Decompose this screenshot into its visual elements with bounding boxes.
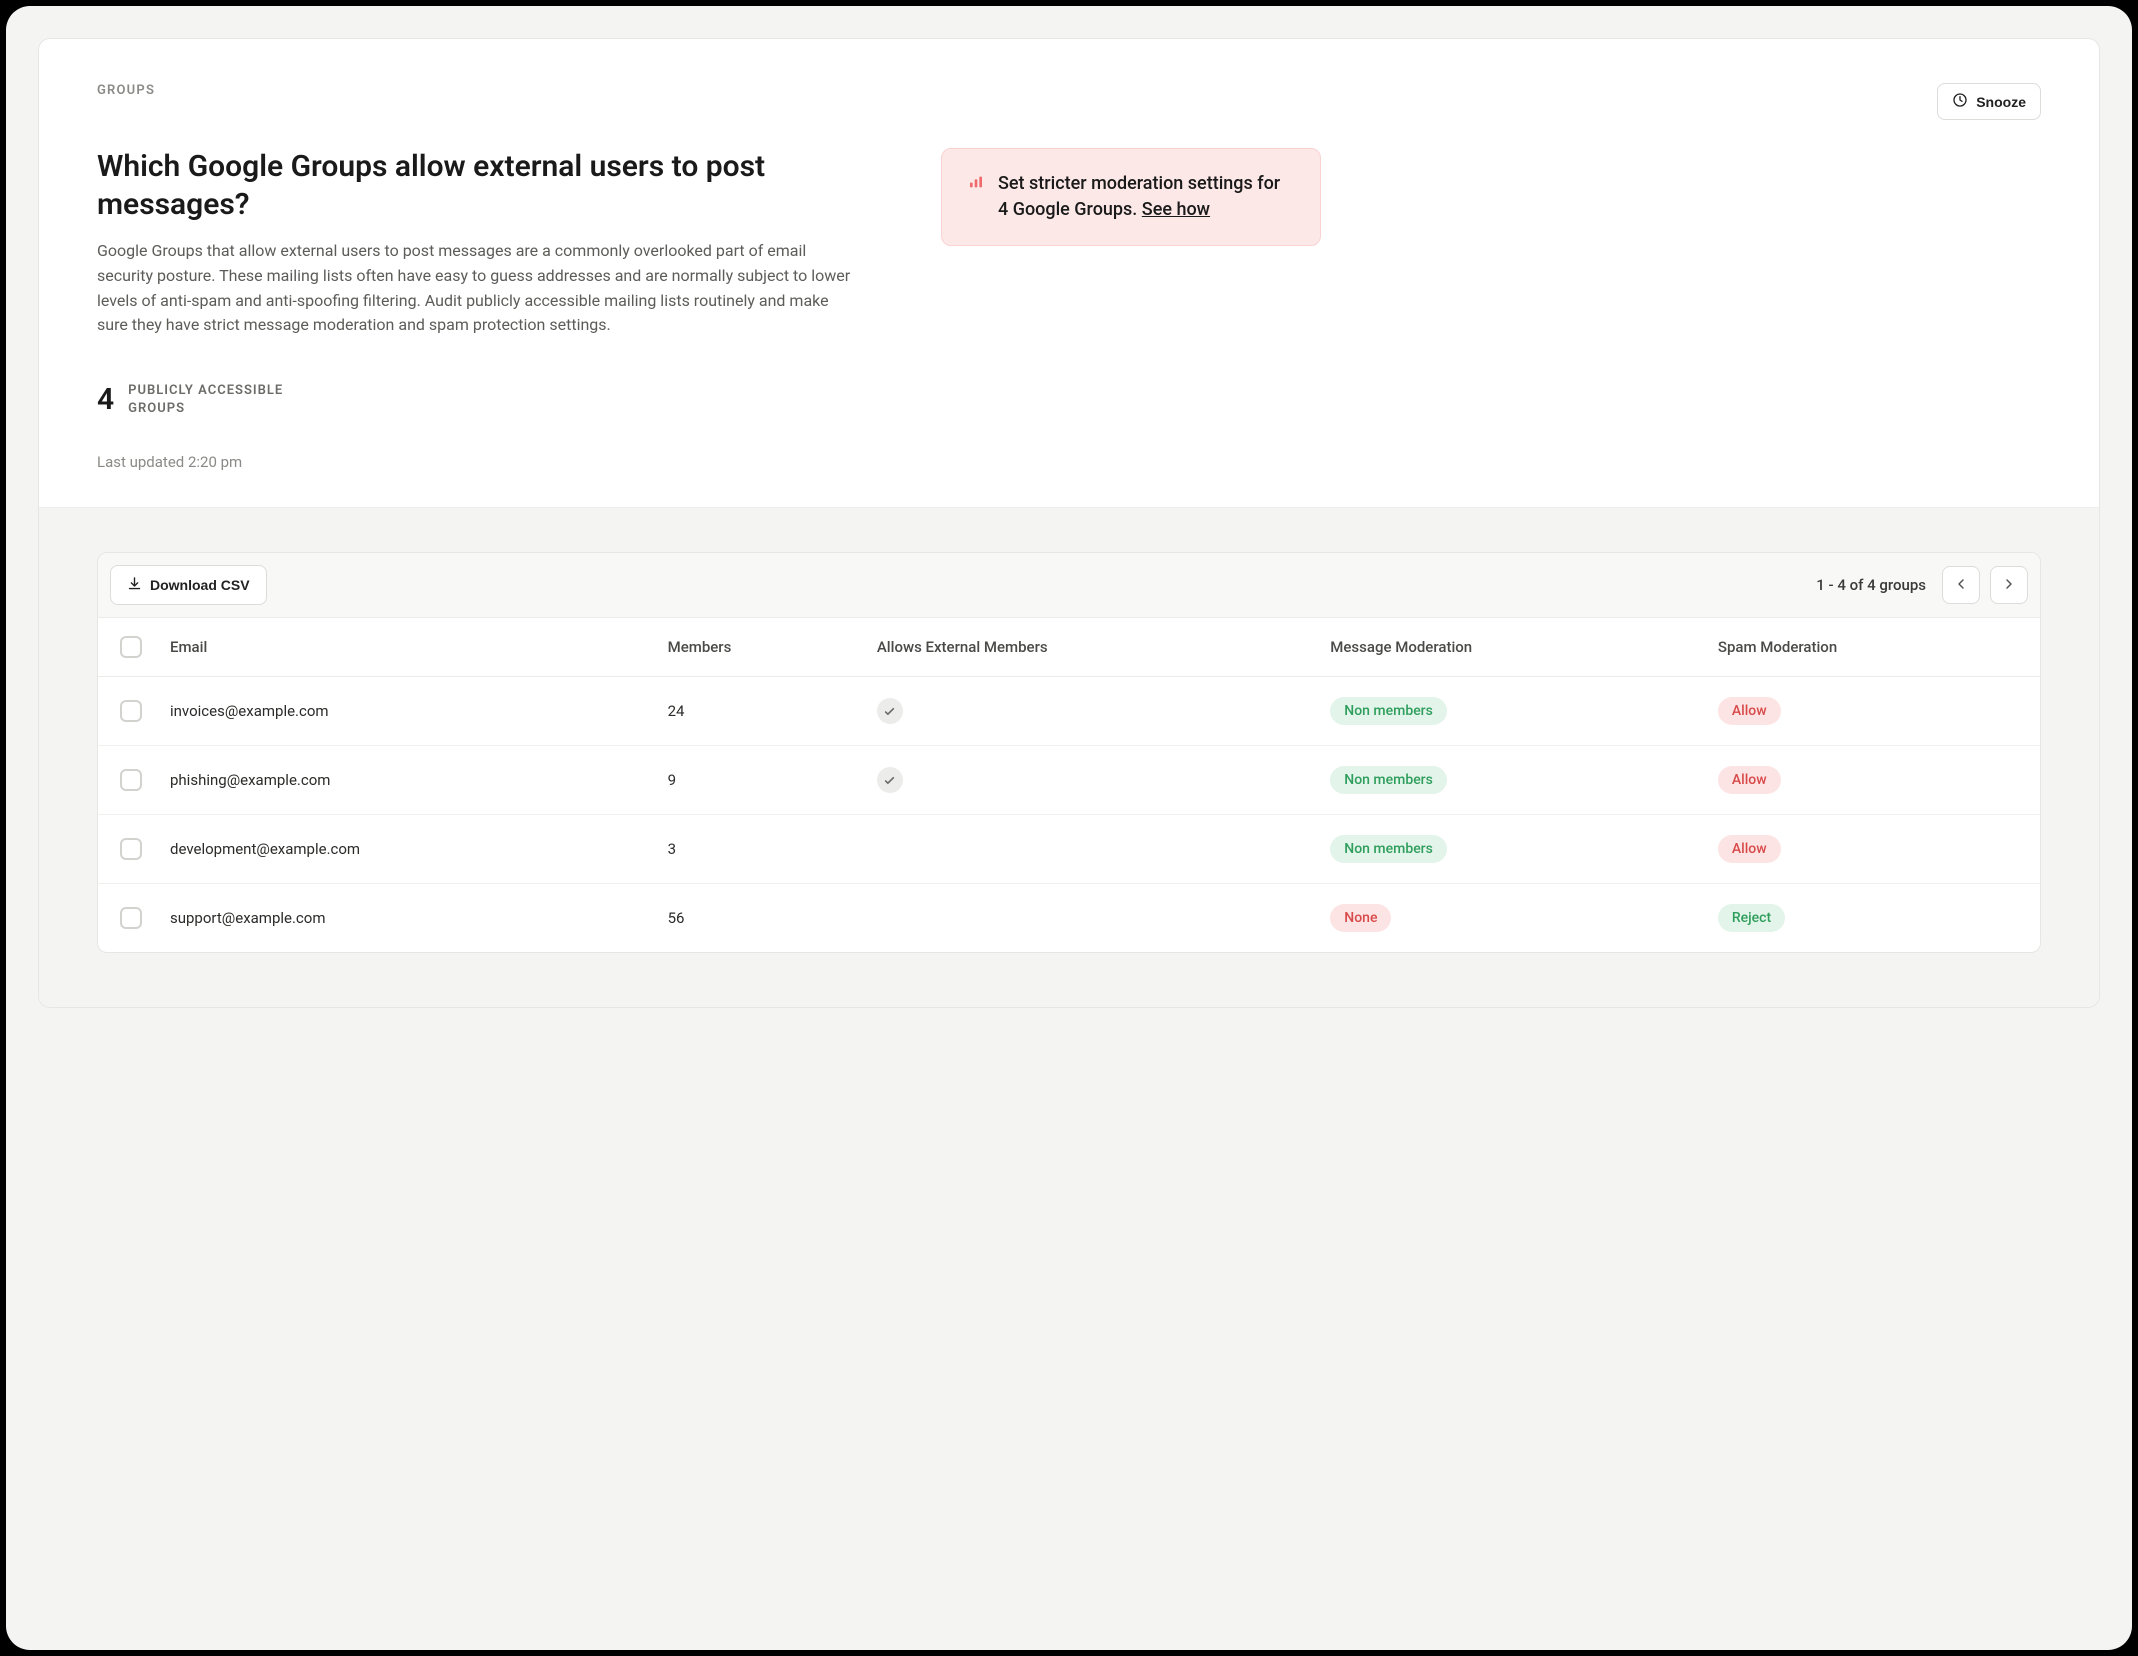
see-how-link[interactable]: See how: [1142, 199, 1210, 220]
status-badge: Allow: [1718, 766, 1781, 794]
cell-members: 56: [654, 884, 863, 953]
table-row[interactable]: development@example.com3 Non members Allow: [98, 815, 2040, 884]
header-spam-moderation[interactable]: Spam Moderation: [1704, 618, 2040, 677]
title-col: Which Google Groups allow external users…: [97, 148, 877, 338]
page-description: Google Groups that allow external users …: [97, 239, 857, 338]
stat-number: 4: [97, 382, 114, 417]
header-members[interactable]: Members: [654, 618, 863, 677]
header-checkbox-cell: [98, 618, 156, 677]
groups-table: Email Members Allows External Members Me…: [98, 618, 2040, 952]
row-checkbox-cell: [98, 746, 156, 815]
cell-spam-moderation: Reject: [1704, 884, 2040, 953]
stats-row: 4 PUBLICLY ACCESSIBLE GROUPS: [97, 382, 2041, 417]
cell-message-moderation: Non members: [1316, 815, 1704, 884]
download-csv-button[interactable]: Download CSV: [110, 565, 267, 605]
row-checkbox-cell: [98, 677, 156, 746]
chevron-right-icon: [2001, 576, 2017, 595]
alert-message: Set stricter moderation settings for 4 G…: [998, 173, 1280, 220]
cell-email: development@example.com: [156, 815, 654, 884]
alert-text: Set stricter moderation settings for 4 G…: [998, 171, 1294, 223]
pager-buttons: [1942, 566, 2028, 604]
cell-message-moderation: None: [1316, 884, 1704, 953]
header-allows-external[interactable]: Allows External Members: [863, 618, 1316, 677]
status-badge: Non members: [1330, 697, 1447, 725]
chevron-left-icon: [1953, 576, 1969, 595]
download-icon: [127, 576, 142, 594]
table-row[interactable]: invoices@example.com24 Non members Allow: [98, 677, 2040, 746]
select-all-checkbox[interactable]: [120, 636, 142, 658]
table-header-row: Email Members Allows External Members Me…: [98, 618, 2040, 677]
cell-members: 24: [654, 677, 863, 746]
status-badge: Allow: [1718, 835, 1781, 863]
header-section: GROUPS Snooze Which Google Groups allow …: [39, 39, 2099, 508]
prev-page-button[interactable]: [1942, 566, 1980, 604]
status-badge: Allow: [1718, 697, 1781, 725]
download-label: Download CSV: [150, 577, 250, 593]
row-checkbox[interactable]: [120, 700, 142, 722]
title-row: Which Google Groups allow external users…: [97, 148, 2041, 338]
check-icon: [877, 767, 903, 793]
status-badge: Non members: [1330, 766, 1447, 794]
table-row[interactable]: phishing@example.com9 Non members Allow: [98, 746, 2040, 815]
top-row: GROUPS Snooze: [97, 83, 2041, 120]
cell-allows-external: [863, 746, 1316, 815]
cell-members: 3: [654, 815, 863, 884]
cell-email: invoices@example.com: [156, 677, 654, 746]
cell-message-moderation: Non members: [1316, 746, 1704, 815]
last-updated: Last updated 2:20 pm: [97, 453, 2041, 471]
cell-allows-external: [863, 884, 1316, 953]
table-section: Download CSV 1 - 4 of 4 groups: [39, 508, 2099, 1007]
cell-email: phishing@example.com: [156, 746, 654, 815]
table-card: Download CSV 1 - 4 of 4 groups: [97, 552, 2041, 953]
cell-message-moderation: Non members: [1316, 677, 1704, 746]
cell-allows-external: [863, 815, 1316, 884]
next-page-button[interactable]: [1990, 566, 2028, 604]
header-email[interactable]: Email: [156, 618, 654, 677]
row-checkbox[interactable]: [120, 907, 142, 929]
cell-allows-external: [863, 677, 1316, 746]
snooze-button[interactable]: Snooze: [1937, 83, 2041, 120]
recommendation-alert: Set stricter moderation settings for 4 G…: [941, 148, 1321, 246]
cell-spam-moderation: Allow: [1704, 746, 2040, 815]
snooze-label: Snooze: [1976, 94, 2026, 110]
stat-label: PUBLICLY ACCESSIBLE GROUPS: [128, 382, 283, 417]
app-frame: GROUPS Snooze Which Google Groups allow …: [6, 6, 2132, 1650]
pager-text: 1 - 4 of 4 groups: [1816, 576, 1926, 594]
row-checkbox-cell: [98, 884, 156, 953]
pager-group: 1 - 4 of 4 groups: [1816, 566, 2028, 604]
cell-members: 9: [654, 746, 863, 815]
cell-spam-moderation: Allow: [1704, 677, 2040, 746]
page-title: Which Google Groups allow external users…: [97, 148, 877, 223]
cell-email: support@example.com: [156, 884, 654, 953]
clock-icon: [1952, 92, 1968, 111]
row-checkbox[interactable]: [120, 838, 142, 860]
check-icon: [877, 698, 903, 724]
breadcrumb: GROUPS: [97, 83, 155, 98]
row-checkbox[interactable]: [120, 769, 142, 791]
cell-spam-moderation: Allow: [1704, 815, 2040, 884]
row-checkbox-cell: [98, 815, 156, 884]
table-row[interactable]: support@example.com56 None Reject: [98, 884, 2040, 953]
status-badge: None: [1330, 904, 1391, 932]
status-badge: Reject: [1718, 904, 1785, 932]
bar-chart-icon: [968, 174, 984, 194]
status-badge: Non members: [1330, 835, 1447, 863]
header-message-moderation[interactable]: Message Moderation: [1316, 618, 1704, 677]
main-card: GROUPS Snooze Which Google Groups allow …: [38, 38, 2100, 1008]
table-toolbar: Download CSV 1 - 4 of 4 groups: [98, 553, 2040, 618]
